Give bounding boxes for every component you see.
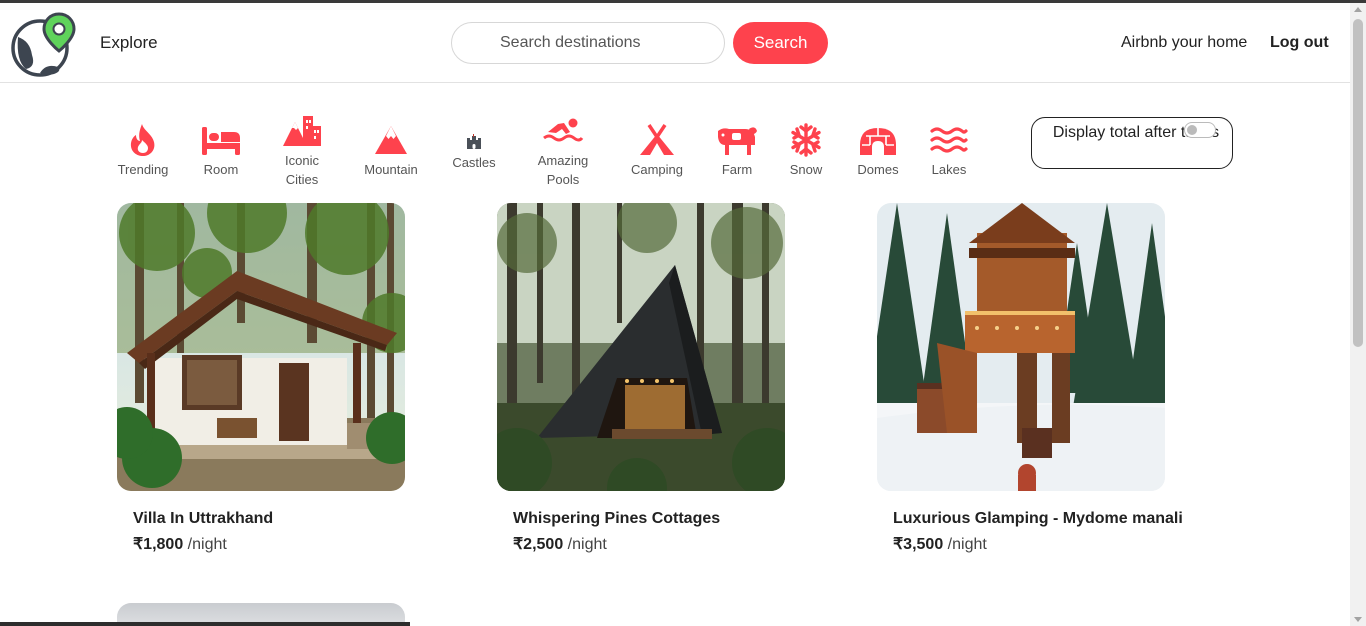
filter-label: Domes — [857, 162, 899, 177]
filter-label: Farm — [721, 162, 753, 177]
filter-label: Trending — [117, 162, 169, 177]
logout-link[interactable]: Log out — [1270, 34, 1329, 52]
filter-castles[interactable]: Castles — [444, 134, 504, 172]
listing-image[interactable] — [877, 203, 1165, 491]
listing-card[interactable]: Villa In Uttrakhand ₹1,800 /night — [117, 203, 405, 553]
filter-label: Mountain — [364, 162, 418, 177]
vertical-scrollbar[interactable] — [1350, 3, 1366, 626]
campground-icon — [640, 124, 674, 155]
castle-icon — [467, 134, 481, 149]
listing-title: Whispering Pines Cottages — [513, 510, 721, 527]
igloo-icon — [860, 128, 896, 155]
filter-lakes[interactable]: Lakes — [924, 123, 974, 179]
search-input[interactable] — [451, 22, 725, 64]
listing-card[interactable]: Luxurious Glamping - Mydome manali ₹3,50… — [877, 203, 1183, 553]
logo-icon[interactable] — [10, 11, 78, 77]
mountain-city-icon — [283, 116, 321, 146]
filter-label: Castles — [452, 155, 496, 170]
scrollbar-thumb[interactable] — [1353, 19, 1363, 347]
filter-farm[interactable]: Farm — [712, 123, 762, 179]
bed-icon — [202, 127, 240, 155]
filter-label: Lakes — [931, 162, 967, 177]
airbnb-your-home-link[interactable]: Airbnb your home — [1121, 34, 1247, 52]
scroll-up-arrow-icon[interactable] — [1354, 7, 1362, 12]
listing-price: ₹1,800 /night — [133, 534, 227, 554]
search-button[interactable]: Search — [733, 22, 828, 64]
filter-snow[interactable]: Snow — [784, 123, 828, 179]
filter-label: Iconic Cities — [285, 153, 319, 187]
filter-room[interactable]: Room — [196, 123, 246, 179]
filter-trending[interactable]: Trending — [110, 123, 176, 179]
filter-domes[interactable]: Domes — [850, 123, 906, 179]
mountain-icon — [375, 126, 407, 154]
price-unit: /night — [183, 536, 227, 553]
filter-label: Snow — [789, 162, 823, 177]
snowflake-icon — [791, 123, 821, 157]
switch-knob — [1187, 125, 1197, 135]
navbar: Explore Search Airbnb your home Log out — [0, 3, 1350, 83]
price-amount: ₹2,500 — [513, 536, 564, 553]
price-unit: /night — [943, 536, 987, 553]
person-swimming-icon — [543, 118, 584, 142]
price-amount: ₹1,800 — [133, 536, 184, 553]
fire-icon — [130, 124, 155, 156]
water-icon — [930, 127, 968, 153]
listing-image[interactable] — [117, 203, 405, 491]
listing-price: ₹3,500 /night — [893, 534, 987, 554]
price-amount: ₹3,500 — [893, 536, 944, 553]
window-bottom-edge — [0, 622, 410, 626]
listing-card[interactable]: Whispering Pines Cottages ₹2,500 /night — [497, 203, 785, 553]
explore-link[interactable]: Explore — [100, 33, 158, 53]
listing-image[interactable] — [497, 203, 785, 491]
cow-icon — [718, 127, 757, 155]
filter-camping[interactable]: Camping — [622, 123, 692, 179]
scroll-down-arrow-icon[interactable] — [1354, 617, 1362, 622]
listing-title: Villa In Uttrakhand — [133, 510, 274, 527]
tax-toggle[interactable]: Display total after taxes — [1031, 117, 1233, 169]
filter-iconic-cities[interactable]: Iconic Cities — [272, 114, 332, 189]
filter-mountain[interactable]: Mountain — [358, 123, 424, 179]
listing-title: Luxurious Glamping - Mydome manali — [893, 510, 1183, 527]
price-unit: /night — [563, 536, 607, 553]
filter-amazing-pools[interactable]: Amazing Pools — [528, 114, 598, 189]
filter-label: Camping — [630, 162, 684, 177]
filter-label: Amazing Pools — [537, 153, 589, 187]
tax-switch[interactable] — [1184, 122, 1216, 138]
listing-price: ₹2,500 /night — [513, 534, 607, 554]
filter-label: Room — [203, 162, 239, 177]
